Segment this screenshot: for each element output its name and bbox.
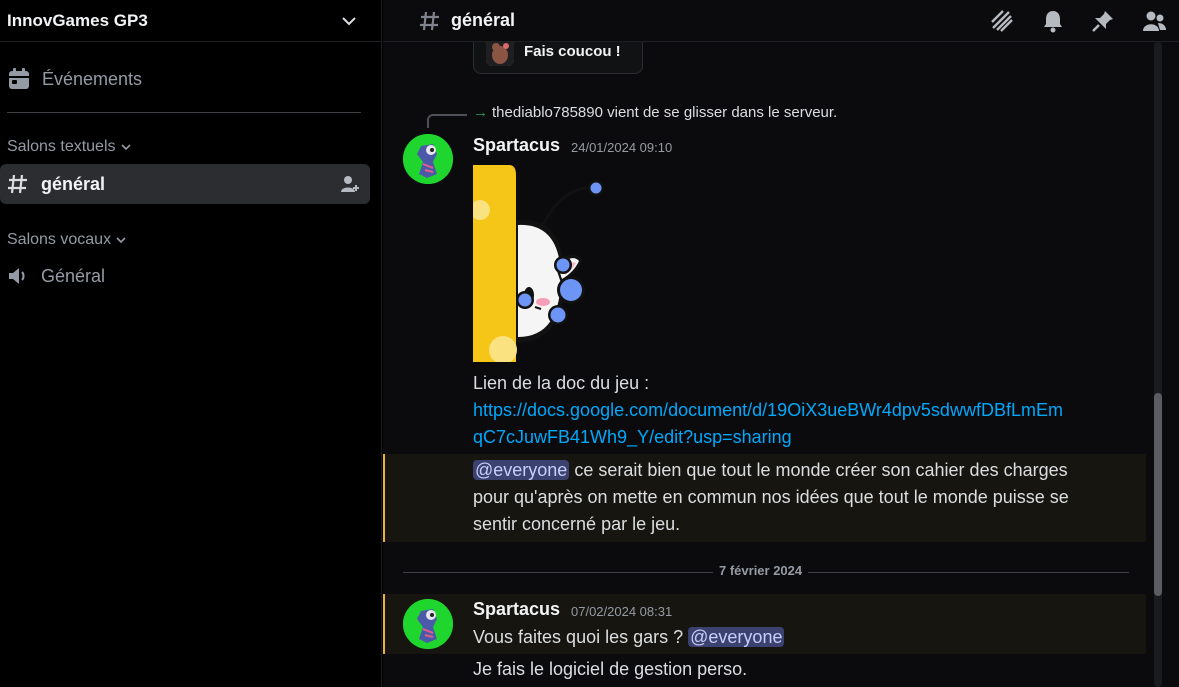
server-name: InnovGames GP3 — [7, 10, 148, 30]
message-text: sentir concerné par le jeu. — [473, 514, 681, 534]
chat-area: général Fais coucou ! → thediablo785890 … — [383, 0, 1179, 687]
sidebar-divider — [7, 112, 361, 113]
message-link-cont[interactable]: qC7cJuwFB41Wh9_Y/edit?usp=sharing — [473, 424, 1123, 451]
wave-label: Fais coucou ! — [524, 43, 621, 60]
arrow-right-icon: → — [473, 104, 488, 121]
server-header[interactable]: InnovGames GP3 — [0, 0, 381, 42]
message-body: Lien de la doc du jeu : https://docs.goo… — [473, 370, 1123, 451]
hash-icon — [8, 174, 27, 194]
message-text: ce serait bien que tout le monde créer s… — [569, 460, 1068, 480]
message-timestamp: 24/01/2024 09:10 — [571, 140, 673, 155]
channel-sidebar: InnovGames GP3 Événements Salons textuel… — [0, 0, 382, 687]
attachment-image[interactable] — [470, 165, 608, 364]
message-line: Lien de la doc du jeu : — [473, 373, 650, 393]
channel-title: général — [451, 10, 516, 30]
category-label: Salons textuels — [7, 138, 116, 155]
date-divider-label: 7 février 2024 — [713, 563, 809, 578]
system-message-text: thediablo785890 vient de se glisser dans… — [492, 104, 838, 121]
avatar-image — [403, 599, 453, 649]
speaker-icon — [9, 268, 25, 284]
hash-icon — [420, 11, 439, 30]
message-body: Vous faites quoi les gars ? @everyone Je… — [473, 624, 1123, 683]
header-toolbar — [989, 0, 1167, 42]
chevron-down-icon — [116, 237, 126, 244]
text-channels-category[interactable]: Salons textuels — [0, 137, 381, 157]
message-author[interactable]: Spartacus — [473, 135, 560, 156]
voice-channels-category[interactable]: Salons vocaux — [0, 230, 381, 250]
mention-everyone[interactable]: @everyone — [473, 460, 570, 480]
message-author[interactable]: Spartacus — [473, 599, 560, 620]
avatar-image — [403, 134, 453, 184]
events-label: Événements — [42, 68, 143, 89]
peeking-mascot-image — [470, 165, 604, 364]
avatar[interactable] — [403, 599, 453, 649]
message-text: Vous faites quoi les gars ? — [473, 627, 689, 647]
events-item[interactable]: Événements — [0, 62, 381, 96]
chevron-down-icon — [120, 144, 131, 151]
mention-everyone[interactable]: @everyone — [688, 627, 785, 647]
message-text: Je fais le logiciel de gestion perso. — [473, 659, 748, 679]
channel-name: général — [41, 173, 106, 194]
sidebar-item-general-voice[interactable]: Général — [0, 256, 370, 296]
sidebar-item-general-text[interactable]: général — [0, 164, 370, 204]
threads-icon[interactable] — [989, 8, 1015, 34]
message-timestamp: 07/02/2024 08:31 — [571, 604, 673, 619]
message-text: pour qu'après on mette en commun nos idé… — [473, 487, 1069, 507]
system-join-message: → thediablo785890 vient de se glisser da… — [423, 104, 838, 128]
calendar-icon — [9, 68, 29, 89]
message-body: @everyone ce serait bien que tout le mon… — [473, 457, 1123, 538]
bell-icon[interactable] — [1041, 9, 1065, 33]
pin-icon[interactable] — [1091, 9, 1115, 33]
members-icon[interactable] — [1141, 9, 1167, 33]
avatar[interactable] — [403, 134, 453, 184]
channel-header: général — [383, 0, 1179, 42]
scrollbar-thumb[interactable] — [1154, 393, 1162, 596]
message-link[interactable]: https://docs.google.com/document/d/19OiX… — [473, 397, 1123, 424]
chevron-down-icon — [342, 16, 356, 25]
invite-user-icon[interactable] — [340, 174, 360, 194]
reply-connector — [427, 114, 467, 128]
category-label: Salons vocaux — [7, 231, 112, 248]
channel-name: Général — [41, 265, 106, 286]
